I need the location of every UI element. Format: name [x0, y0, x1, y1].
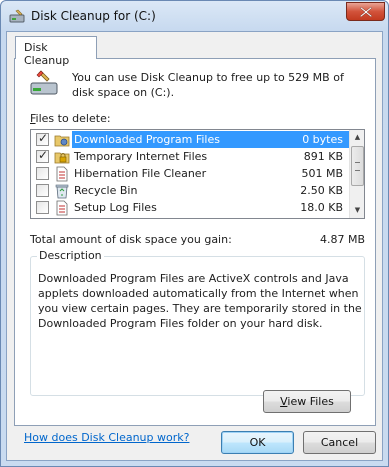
item-size: 2.50 KB — [300, 184, 343, 197]
item-name: Setup Log Files — [74, 201, 157, 214]
lock-folder-icon — [54, 152, 70, 164]
files-to-delete-label: Files to delete: — [30, 112, 111, 125]
folder-gear-icon — [54, 135, 70, 147]
files-label-rest: iles to delete: — [35, 112, 111, 125]
description-group: Description Downloaded Program Files are… — [30, 249, 365, 396]
recycle-bin-icon — [55, 184, 69, 199]
checkbox[interactable] — [36, 148, 49, 163]
list-item[interactable]: Hibernation File Cleaner 501 MB — [31, 165, 349, 182]
list-item[interactable]: Setup Log Files 18.0 KB — [31, 199, 349, 216]
title-bar[interactable]: Disk Cleanup for (C:) — [1, 1, 388, 31]
tab-panel: You can use Disk Cleanup to free up to 5… — [14, 58, 376, 426]
help-link[interactable]: How does Disk Cleanup work? — [24, 431, 189, 444]
close-button[interactable] — [346, 2, 385, 21]
item-name: Recycle Bin — [74, 184, 138, 197]
list-item[interactable]: Temporary Internet Files 891 KB — [31, 148, 349, 165]
checkbox[interactable] — [36, 201, 49, 214]
vertical-scrollbar[interactable]: ▲ ▼ — [349, 130, 364, 218]
document-icon — [56, 200, 68, 216]
scroll-up-icon[interactable]: ▲ — [350, 130, 364, 145]
description-text: Downloaded Program Files are ActiveX con… — [38, 272, 362, 330]
ok-button[interactable]: OK — [221, 431, 294, 454]
total-label: Total amount of disk space you gain: — [30, 233, 232, 246]
checkbox[interactable] — [36, 184, 49, 197]
list-item[interactable]: Recycle Bin 2.50 KB — [31, 182, 349, 199]
checkbox[interactable] — [36, 167, 49, 180]
disk-cleanup-window: Disk Cleanup for (C:) Disk Cleanup You c… — [0, 0, 389, 467]
scroll-down-icon[interactable]: ▼ — [350, 203, 364, 218]
item-size: 0 bytes — [277, 131, 349, 148]
item-size: 891 KB — [303, 150, 343, 163]
tab-disk-cleanup[interactable]: Disk Cleanup — [15, 36, 97, 67]
view-files-button[interactable]: View Files — [263, 390, 351, 413]
total-value: 4.87 MB — [319, 233, 365, 246]
checkbox[interactable] — [36, 131, 49, 146]
document-icon — [56, 166, 68, 182]
client-area: Disk Cleanup You can use Disk Cleanup to… — [6, 31, 383, 461]
description-title: Description — [37, 249, 104, 262]
files-list[interactable]: Downloaded Program Files 0 bytes Tempora… — [30, 129, 365, 219]
window-title: Disk Cleanup for (C:) — [31, 9, 156, 23]
disk-cleanup-icon — [9, 9, 25, 23]
intro-text: You can use Disk Cleanup to free up to 5… — [72, 71, 344, 99]
view-files-label: iew Files — [287, 395, 334, 408]
cancel-button[interactable]: Cancel — [303, 431, 376, 454]
item-name: Hibernation File Cleaner — [74, 167, 207, 180]
item-size: 18.0 KB — [300, 201, 343, 214]
list-item[interactable]: Downloaded Program Files 0 bytes — [31, 131, 349, 148]
drive-cleanup-icon — [30, 70, 58, 95]
scroll-thumb[interactable] — [351, 146, 364, 186]
item-size: 501 MB — [301, 167, 343, 180]
item-name: Downloaded Program Files — [72, 131, 277, 148]
close-icon — [359, 6, 372, 17]
item-name: Temporary Internet Files — [74, 150, 208, 163]
